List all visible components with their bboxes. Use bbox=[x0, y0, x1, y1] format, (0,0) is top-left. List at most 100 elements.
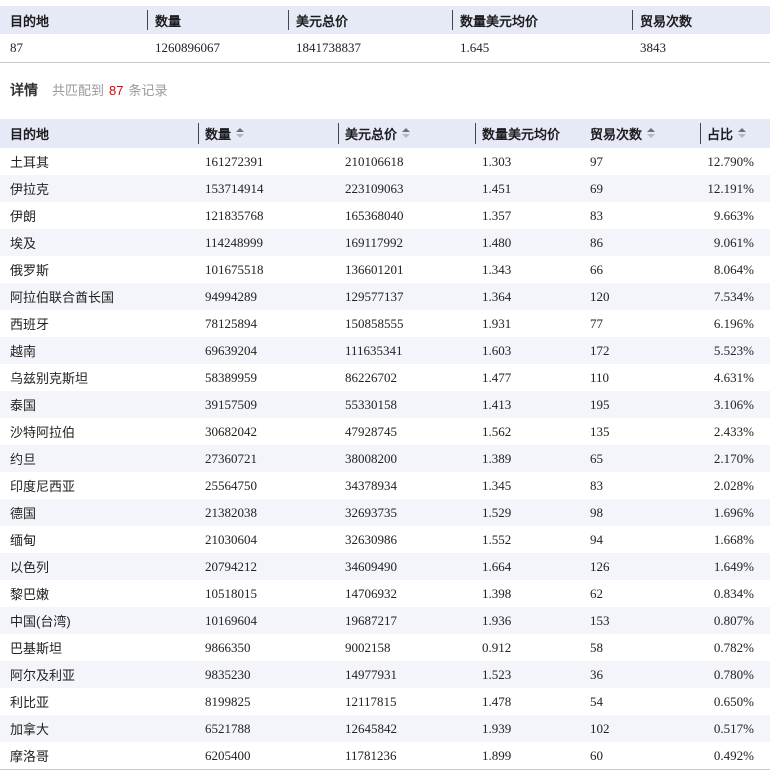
cell-avg-price: 1.899 bbox=[475, 742, 583, 770]
cell-share: 2.028% bbox=[700, 472, 770, 499]
cell-usd-total: 12645842 bbox=[338, 715, 475, 742]
table-row: 摩洛哥6205400117812361.899600.492% bbox=[0, 742, 770, 770]
table-row: 土耳其1612723912101066181.3039712.790% bbox=[0, 148, 770, 175]
sort-icon[interactable] bbox=[236, 128, 244, 138]
cell-avg-price: 1.389 bbox=[475, 445, 583, 472]
cell-share: 0.492% bbox=[700, 742, 770, 770]
cell-avg-price: 1.931 bbox=[475, 310, 583, 337]
cell-avg-price: 1.552 bbox=[475, 526, 583, 553]
table-row: 阿拉伯联合酋长国949942891295771371.3641207.534% bbox=[0, 283, 770, 310]
col-header-label: 数量 bbox=[205, 127, 231, 142]
cell-usd-total: 12117815 bbox=[338, 688, 475, 715]
detail-section: 目的地数量美元总价数量美元均价贸易次数占比 土耳其161272391210106… bbox=[0, 119, 770, 770]
cell-usd-total: 34609490 bbox=[338, 553, 475, 580]
cell-trade-count: 102 bbox=[583, 715, 700, 742]
summary-header-row: 目的地数量美元总价数量美元均价贸易次数 bbox=[0, 6, 770, 34]
col-header-share[interactable]: 占比 bbox=[700, 119, 770, 148]
cell-trade-count: 58 bbox=[583, 634, 700, 661]
detail-table-body: 土耳其1612723912101066181.3039712.790%伊拉克15… bbox=[0, 148, 770, 770]
cell-trade-count: 69 bbox=[583, 175, 700, 202]
table-row: 利比亚8199825121178151.478540.650% bbox=[0, 688, 770, 715]
cell-quantity: 20794212 bbox=[198, 553, 338, 580]
cell-destination: 乌兹别克斯坦 bbox=[0, 364, 198, 391]
detail-table: 目的地数量美元总价数量美元均价贸易次数占比 土耳其161272391210106… bbox=[0, 119, 770, 770]
cell-usd-total: 165368040 bbox=[338, 202, 475, 229]
cell-quantity: 9866350 bbox=[198, 634, 338, 661]
cell-trade-count: 66 bbox=[583, 256, 700, 283]
table-row: 埃及1142489991691179921.480869.061% bbox=[0, 229, 770, 256]
cell-trade-count: 120 bbox=[583, 283, 700, 310]
sort-icon[interactable] bbox=[402, 128, 410, 138]
cell-usd-total: 150858555 bbox=[338, 310, 475, 337]
cell-usd-total: 32693735 bbox=[338, 499, 475, 526]
cell-destination: 俄罗斯 bbox=[0, 256, 198, 283]
cell-usd-total: 129577137 bbox=[338, 283, 475, 310]
cell-avg-price: 1.398 bbox=[475, 580, 583, 607]
cell-avg-price: 1.523 bbox=[475, 661, 583, 688]
cell-destination: 土耳其 bbox=[0, 148, 198, 175]
cell-destination: 德国 bbox=[0, 499, 198, 526]
summary-cell-quantity: 1260896067 bbox=[147, 34, 288, 63]
cell-trade-count: 83 bbox=[583, 472, 700, 499]
detail-title: 详情 bbox=[10, 82, 38, 98]
table-row: 越南696392041116353411.6031725.523% bbox=[0, 337, 770, 364]
cell-share: 12.191% bbox=[700, 175, 770, 202]
cell-avg-price: 1.936 bbox=[475, 607, 583, 634]
col-header-avg-price: 数量美元均价 bbox=[475, 119, 583, 148]
cell-avg-price: 1.664 bbox=[475, 553, 583, 580]
col-header-trade-count[interactable]: 贸易次数 bbox=[583, 119, 700, 148]
cell-trade-count: 195 bbox=[583, 391, 700, 418]
table-row: 印度尼西亚25564750343789341.345832.028% bbox=[0, 472, 770, 499]
sort-icon[interactable] bbox=[647, 128, 655, 138]
cell-trade-count: 135 bbox=[583, 418, 700, 445]
cell-destination: 摩洛哥 bbox=[0, 742, 198, 770]
detail-header-row: 目的地数量美元总价数量美元均价贸易次数占比 bbox=[0, 119, 770, 148]
summary-col-header-destination: 目的地 bbox=[0, 6, 147, 34]
cell-destination: 西班牙 bbox=[0, 310, 198, 337]
summary-col-header-quantity: 数量 bbox=[147, 6, 288, 34]
cell-share: 0.780% bbox=[700, 661, 770, 688]
match-suffix: 条记录 bbox=[128, 83, 167, 98]
cell-usd-total: 14977931 bbox=[338, 661, 475, 688]
cell-avg-price: 1.345 bbox=[475, 472, 583, 499]
cell-destination: 缅甸 bbox=[0, 526, 198, 553]
cell-avg-price: 1.480 bbox=[475, 229, 583, 256]
cell-avg-price: 1.477 bbox=[475, 364, 583, 391]
table-row: 德国21382038326937351.529981.696% bbox=[0, 499, 770, 526]
cell-quantity: 8199825 bbox=[198, 688, 338, 715]
cell-share: 4.631% bbox=[700, 364, 770, 391]
table-row: 俄罗斯1016755181366012011.343668.064% bbox=[0, 256, 770, 283]
sort-icon[interactable] bbox=[738, 128, 746, 138]
cell-quantity: 153714914 bbox=[198, 175, 338, 202]
cell-quantity: 94994289 bbox=[198, 283, 338, 310]
cell-usd-total: 210106618 bbox=[338, 148, 475, 175]
cell-share: 12.790% bbox=[700, 148, 770, 175]
summary-section: 目的地数量美元总价数量美元均价贸易次数 87126089606718417388… bbox=[0, 6, 770, 63]
cell-destination: 以色列 bbox=[0, 553, 198, 580]
cell-share: 1.649% bbox=[700, 553, 770, 580]
cell-destination: 埃及 bbox=[0, 229, 198, 256]
cell-avg-price: 1.562 bbox=[475, 418, 583, 445]
cell-quantity: 6521788 bbox=[198, 715, 338, 742]
cell-destination: 巴基斯坦 bbox=[0, 634, 198, 661]
cell-quantity: 58389959 bbox=[198, 364, 338, 391]
table-row: 约旦27360721380082001.389652.170% bbox=[0, 445, 770, 472]
cell-trade-count: 94 bbox=[583, 526, 700, 553]
cell-destination: 利比亚 bbox=[0, 688, 198, 715]
cell-usd-total: 169117992 bbox=[338, 229, 475, 256]
match-prefix: 共匹配到 bbox=[52, 83, 104, 98]
col-header-usd-total[interactable]: 美元总价 bbox=[338, 119, 475, 148]
cell-trade-count: 153 bbox=[583, 607, 700, 634]
cell-usd-total: 9002158 bbox=[338, 634, 475, 661]
summary-cell-trade-count: 3843 bbox=[632, 34, 770, 63]
cell-avg-price: 1.603 bbox=[475, 337, 583, 364]
cell-quantity: 69639204 bbox=[198, 337, 338, 364]
cell-avg-price: 1.303 bbox=[475, 148, 583, 175]
cell-usd-total: 38008200 bbox=[338, 445, 475, 472]
cell-avg-price: 1.478 bbox=[475, 688, 583, 715]
col-header-quantity[interactable]: 数量 bbox=[198, 119, 338, 148]
table-row: 阿尔及利亚9835230149779311.523360.780% bbox=[0, 661, 770, 688]
table-row: 伊朗1218357681653680401.357839.663% bbox=[0, 202, 770, 229]
cell-destination: 伊朗 bbox=[0, 202, 198, 229]
cell-avg-price: 0.912 bbox=[475, 634, 583, 661]
